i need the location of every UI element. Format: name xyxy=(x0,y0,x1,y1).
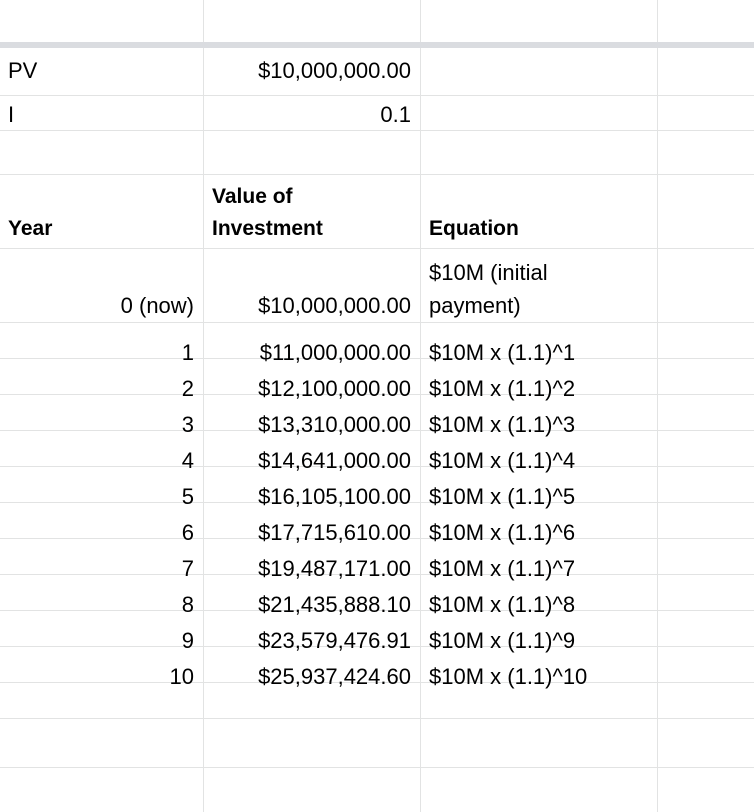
year-cell[interactable]: 7 xyxy=(0,556,203,582)
year-cell[interactable]: 2 xyxy=(0,376,203,402)
value-cell[interactable]: $13,310,000.00 xyxy=(204,412,420,438)
equation-cell[interactable]: $10M x (1.1)^6 xyxy=(421,520,657,546)
equation-cell-line2[interactable]: payment) xyxy=(421,293,657,319)
equation-cell[interactable]: $10M x (1.1)^10 xyxy=(421,664,657,690)
value-cell[interactable]: $12,100,000.00 xyxy=(204,376,420,402)
row-divider xyxy=(0,718,754,719)
value-cell[interactable]: $19,487,171.00 xyxy=(204,556,420,582)
value-cell[interactable]: $17,715,610.00 xyxy=(204,520,420,546)
value-header-line2[interactable]: Investment xyxy=(204,216,420,242)
interest-value[interactable]: 0.1 xyxy=(204,102,420,128)
value-cell[interactable]: $21,435,888.10 xyxy=(204,592,420,618)
value-cell[interactable]: $25,937,424.60 xyxy=(204,664,420,690)
row-divider xyxy=(0,174,754,175)
year-cell[interactable]: 5 xyxy=(0,484,203,510)
year-cell[interactable]: 3 xyxy=(0,412,203,438)
equation-cell[interactable]: $10M x (1.1)^8 xyxy=(421,592,657,618)
row-divider xyxy=(0,767,754,768)
year-cell[interactable]: 6 xyxy=(0,520,203,546)
row-divider xyxy=(0,95,754,96)
column-divider xyxy=(657,0,658,812)
year-cell[interactable]: 0 (now) xyxy=(0,293,203,319)
interest-label[interactable]: I xyxy=(0,102,203,128)
year-cell[interactable]: 1 xyxy=(0,340,203,366)
year-cell[interactable]: 8 xyxy=(0,592,203,618)
value-cell[interactable]: $14,641,000.00 xyxy=(204,448,420,474)
row-divider xyxy=(0,130,754,131)
column-divider xyxy=(420,0,421,812)
equation-cell[interactable]: $10M x (1.1)^4 xyxy=(421,448,657,474)
value-header-line1[interactable]: Value of xyxy=(204,184,420,210)
equation-cell-line1[interactable]: $10M (initial xyxy=(421,260,657,286)
value-cell[interactable]: $10,000,000.00 xyxy=(204,293,420,319)
equation-cell[interactable]: $10M x (1.1)^3 xyxy=(421,412,657,438)
row-divider xyxy=(0,322,754,323)
equation-cell[interactable]: $10M x (1.1)^5 xyxy=(421,484,657,510)
pv-label[interactable]: PV xyxy=(0,58,203,84)
value-cell[interactable]: $23,579,476.91 xyxy=(204,628,420,654)
pv-value[interactable]: $10,000,000.00 xyxy=(204,58,420,84)
year-cell[interactable]: 9 xyxy=(0,628,203,654)
row-divider xyxy=(0,248,754,249)
value-cell[interactable]: $11,000,000.00 xyxy=(204,340,420,366)
year-cell[interactable]: 10 xyxy=(0,664,203,690)
year-header[interactable]: Year xyxy=(0,216,203,242)
equation-cell[interactable]: $10M x (1.1)^7 xyxy=(421,556,657,582)
equation-cell[interactable]: $10M x (1.1)^1 xyxy=(421,340,657,366)
equation-cell[interactable]: $10M x (1.1)^9 xyxy=(421,628,657,654)
equation-cell[interactable]: $10M x (1.1)^2 xyxy=(421,376,657,402)
equation-header[interactable]: Equation xyxy=(421,216,657,242)
year-cell[interactable]: 4 xyxy=(0,448,203,474)
frozen-rows-divider[interactable] xyxy=(0,42,754,48)
value-cell[interactable]: $16,105,100.00 xyxy=(204,484,420,510)
